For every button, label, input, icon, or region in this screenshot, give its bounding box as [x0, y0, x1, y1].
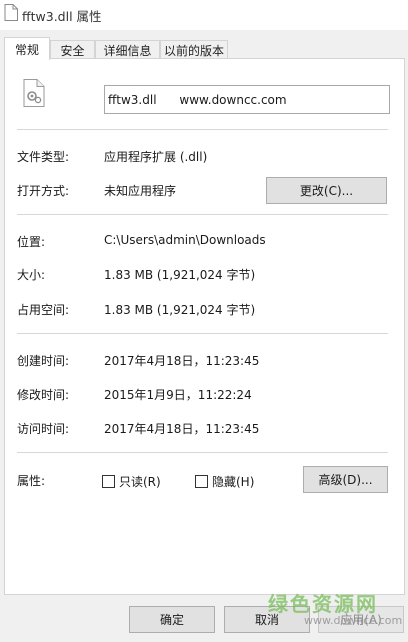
window-title: fftw3.dll 属性: [22, 9, 102, 24]
readonly-checkbox-box[interactable]: [102, 475, 115, 488]
readonly-checkbox-label: 只读(R): [119, 475, 161, 489]
tab-general[interactable]: 常规: [4, 37, 50, 60]
tab-details[interactable]: 详细信息: [95, 40, 160, 60]
file-type-value: 应用程序扩展 (.dll): [104, 150, 208, 164]
file-type-label: 文件类型:: [17, 150, 70, 164]
cancel-button[interactable]: 取消: [224, 606, 310, 633]
accessed-value: 2017年4月18日，11:23:45: [104, 422, 260, 436]
accessed-label: 访问时间:: [17, 422, 70, 436]
ok-button-label: 确定: [159, 613, 184, 627]
divider: [17, 452, 388, 453]
apply-button-label: 应用(A): [340, 613, 382, 627]
ok-button[interactable]: 确定: [129, 606, 215, 633]
hidden-checkbox-box[interactable]: [195, 475, 208, 488]
created-value: 2017年4月18日，11:23:45: [104, 354, 260, 368]
open-with-value: 未知应用程序: [104, 184, 177, 198]
tab-label: 安全: [60, 44, 85, 58]
divider: [17, 129, 388, 130]
tab-label: 详细信息: [103, 44, 152, 58]
created-label: 创建时间:: [17, 354, 70, 368]
hidden-checkbox-label: 隐藏(H): [212, 475, 255, 489]
change-button-label: 更改(C)...: [299, 184, 354, 198]
title-bar: fftw3.dll 属性: [0, 0, 408, 30]
tab-label: 以前的版本: [163, 44, 224, 58]
cancel-button-label: 取消: [254, 613, 279, 627]
tab-previous-versions[interactable]: 以前的版本: [160, 40, 228, 60]
tab-strip: 常规 安全 详细信息 以前的版本: [0, 37, 408, 60]
divider: [17, 333, 388, 334]
advanced-button[interactable]: 高级(D)...: [303, 466, 388, 493]
disk-size-label: 占用空间:: [17, 303, 70, 317]
disk-size-value: 1.83 MB (1,921,024 字节): [104, 303, 256, 317]
location-value: C:\Users\admin\Downloads: [104, 233, 266, 247]
size-label: 大小:: [17, 268, 46, 282]
modified-value: 2015年1月9日，11:22:24: [104, 388, 252, 402]
attributes-label: 属性:: [17, 474, 46, 488]
tab-security[interactable]: 安全: [50, 40, 95, 60]
open-with-label: 打开方式:: [17, 184, 70, 198]
general-panel: 文件类型: 应用程序扩展 (.dll) 打开方式: 未知应用程序 更改(C)..…: [4, 58, 405, 595]
modified-label: 修改时间:: [17, 388, 70, 402]
divider: [17, 214, 388, 215]
apply-button[interactable]: 应用(A): [318, 606, 404, 633]
advanced-button-label: 高级(D)...: [318, 473, 373, 487]
change-button[interactable]: 更改(C)...: [266, 177, 387, 204]
readonly-checkbox[interactable]: 只读(R): [102, 473, 161, 490]
hidden-checkbox[interactable]: 隐藏(H): [195, 473, 254, 490]
tab-label: 常规: [14, 42, 39, 57]
dll-file-icon: [23, 79, 45, 107]
size-value: 1.83 MB (1,921,024 字节): [104, 268, 256, 282]
location-label: 位置:: [17, 235, 46, 249]
file-icon: [4, 4, 18, 21]
file-name-input[interactable]: [104, 85, 390, 114]
